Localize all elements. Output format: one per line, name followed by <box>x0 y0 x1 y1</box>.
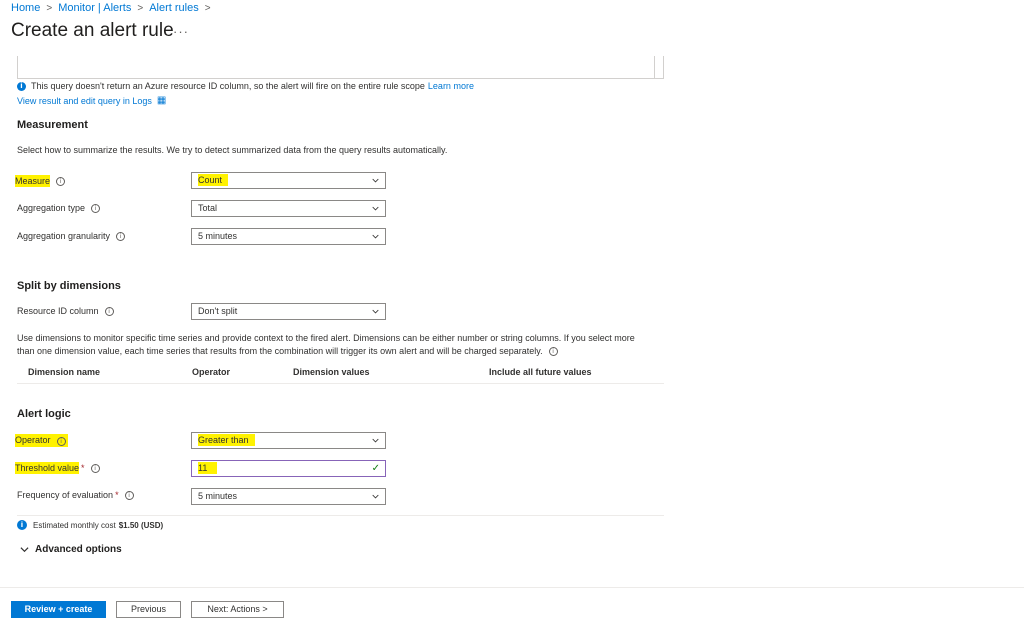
measure-dropdown[interactable]: Count <box>191 172 386 189</box>
table-divider <box>17 383 664 384</box>
page-title: Create an alert rule <box>11 20 174 41</box>
resource-id-label-text: Resource ID column <box>17 306 99 316</box>
operator-dropdown[interactable]: Greater than <box>191 432 386 449</box>
split-description-line1: Use dimensions to monitor specific time … <box>17 333 635 343</box>
previous-button[interactable]: Previous <box>116 601 181 618</box>
breadcrumb-monitor-alerts[interactable]: Monitor | Alerts <box>58 2 131 14</box>
query-editor[interactable] <box>17 56 664 79</box>
chevron-down-icon <box>372 178 379 183</box>
view-result-link[interactable]: View result and edit query in Logs <box>17 96 152 106</box>
chevron-right-icon: > <box>46 3 53 14</box>
view-result-link-row: View result and edit query in Logs ▦ <box>17 95 166 106</box>
column-operator: Operator <box>192 367 231 377</box>
frequency-dropdown[interactable]: 5 minutes <box>191 488 386 505</box>
breadcrumb-alert-rules[interactable]: Alert rules <box>149 2 199 14</box>
threshold-value: 11 <box>198 462 218 474</box>
next-actions-button[interactable]: Next: Actions > <box>191 601 284 618</box>
chevron-right-icon: > <box>204 3 211 14</box>
operator-value: Greater than <box>198 434 255 446</box>
required-marker: * <box>81 463 85 473</box>
chevron-down-icon <box>372 438 379 443</box>
chevron-down-icon <box>372 309 379 314</box>
measure-label-text: Measure <box>15 175 51 187</box>
info-icon[interactable]: i <box>124 490 134 500</box>
chevron-right-icon: > <box>137 3 144 14</box>
info-icon[interactable]: i <box>56 437 66 446</box>
aggregation-granularity-dropdown[interactable]: 5 minutes <box>191 228 386 245</box>
frequency-label-text: Frequency of evaluation <box>17 490 114 500</box>
aggregation-granularity-label-text: Aggregation granularity <box>17 231 111 241</box>
aggregation-type-dropdown[interactable]: Total <box>191 200 386 217</box>
chevron-down-icon <box>372 206 379 211</box>
cost-divider <box>17 515 664 516</box>
aggregation-granularity-label: Aggregation granularity i <box>17 231 126 241</box>
chevron-down-icon <box>372 234 379 239</box>
measurement-title: Measurement <box>17 119 88 131</box>
threshold-label: Threshold value * i <box>15 462 100 474</box>
aggregation-type-label-text: Aggregation type <box>17 203 86 213</box>
review-create-button[interactable]: Review + create <box>11 601 106 618</box>
measure-value: Count <box>198 174 229 186</box>
resource-id-dropdown[interactable]: Don't split <box>191 303 386 320</box>
advanced-options-label: Advanced options <box>35 544 122 555</box>
breadcrumb: Home > Monitor | Alerts > Alert rules > <box>11 2 217 14</box>
info-icon[interactable]: i <box>116 231 126 241</box>
info-icon[interactable]: i <box>104 306 114 316</box>
query-info-message: i This query doesn't return an Azure res… <box>17 81 474 91</box>
more-options-button[interactable]: ··· <box>173 24 189 39</box>
info-icon[interactable]: i <box>90 463 100 473</box>
split-description-line2: than one dimension value, each time seri… <box>17 346 543 356</box>
aggregation-type-value: Total <box>198 203 218 213</box>
column-dimension-values: Dimension values <box>293 367 370 377</box>
column-include-future-values: Include all future values <box>489 367 592 377</box>
query-scrollbar[interactable] <box>654 56 655 78</box>
chevron-down-icon <box>20 547 29 553</box>
frequency-label: Frequency of evaluation * i <box>17 490 134 500</box>
split-description-line2-row: than one dimension value, each time seri… <box>17 346 558 356</box>
resource-id-value: Don't split <box>198 306 238 316</box>
measurement-description: Select how to summarize the results. We … <box>17 145 448 155</box>
info-icon[interactable]: i <box>548 346 558 356</box>
operator-label: Operator i <box>15 434 68 447</box>
column-dimension-name: Dimension name <box>28 367 101 377</box>
threshold-label-text: Threshold value <box>15 462 80 474</box>
info-icon[interactable]: i <box>56 176 66 186</box>
footer-divider <box>0 587 1024 588</box>
info-icon: i <box>17 81 26 91</box>
breadcrumb-home[interactable]: Home <box>11 2 40 14</box>
info-icon: i <box>17 520 27 530</box>
threshold-input[interactable]: 11 ✓ <box>191 460 386 477</box>
logs-icon[interactable]: ▦ <box>157 95 166 106</box>
aggregation-granularity-value: 5 minutes <box>198 231 238 241</box>
aggregation-type-label: Aggregation type i <box>17 203 101 213</box>
resource-id-label: Resource ID column i <box>17 306 114 316</box>
estimated-cost-value: $1.50 (USD) <box>118 520 164 530</box>
frequency-value: 5 minutes <box>198 491 238 501</box>
estimated-cost-text: Estimated monthly cost <box>33 520 116 530</box>
required-marker: * <box>115 490 119 500</box>
chevron-down-icon <box>372 494 379 499</box>
info-icon[interactable]: i <box>91 203 101 213</box>
learn-more-link[interactable]: Learn more <box>428 81 474 91</box>
split-title: Split by dimensions <box>17 280 121 292</box>
operator-label-text: Operator i <box>15 434 68 447</box>
query-info-text: This query doesn't return an Azure resou… <box>31 81 425 91</box>
checkmark-icon: ✓ <box>371 463 380 474</box>
alert-logic-title: Alert logic <box>17 408 71 420</box>
estimated-cost: i Estimated monthly cost $1.50 (USD) <box>17 520 163 530</box>
measure-label: Measure i <box>15 175 66 187</box>
advanced-options-toggle[interactable]: Advanced options <box>20 544 122 555</box>
